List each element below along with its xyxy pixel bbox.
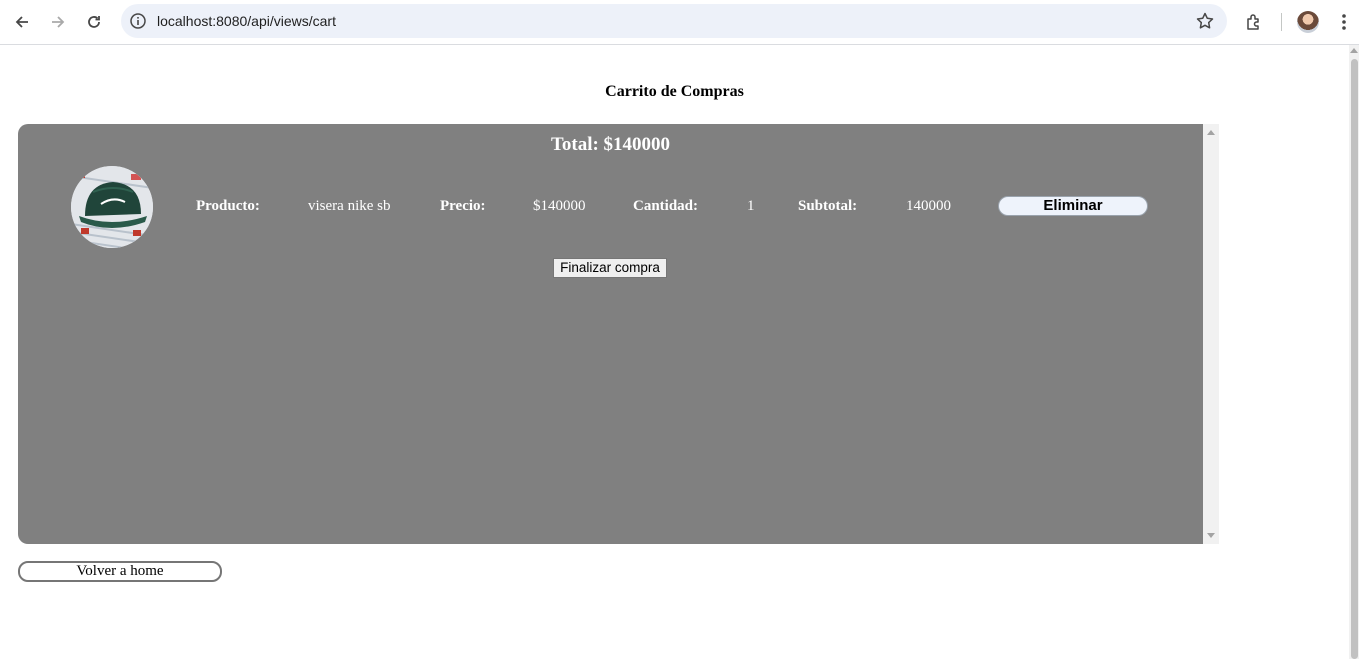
back-arrow-icon[interactable] <box>8 8 36 36</box>
extensions-icon[interactable] <box>1240 8 1268 36</box>
page-title: Carrito de Compras <box>605 83 744 100</box>
price-value: $140000 <box>533 198 586 214</box>
cart-item: Producto: visera nike sb Precio: $140000… <box>18 166 1203 248</box>
cart-panel-scrollbar[interactable] <box>1203 124 1219 544</box>
subtotal-value: 140000 <box>906 198 951 214</box>
checkout-button[interactable]: Finalizar compra <box>553 258 667 278</box>
url-text[interactable]: localhost:8080/api/views/cart <box>157 4 336 38</box>
more-menu-icon[interactable] <box>1330 8 1358 36</box>
quantity-label: Cantidad: <box>633 198 699 214</box>
bookmark-star-icon[interactable] <box>1195 11 1215 31</box>
scroll-down-arrow-icon[interactable] <box>1207 533 1215 538</box>
quantity-value: 1 <box>747 198 755 214</box>
profile-avatar[interactable] <box>1297 11 1319 33</box>
page-scroll-up-arrow-icon[interactable] <box>1350 48 1358 53</box>
reload-icon[interactable] <box>80 8 108 36</box>
scroll-up-arrow-icon[interactable] <box>1207 130 1215 135</box>
cart-total: Total: $140000 <box>550 134 671 155</box>
product-name: visera nike sb <box>308 198 391 214</box>
product-image <box>71 166 153 248</box>
page-scrollbar-thumb[interactable] <box>1351 59 1358 659</box>
browser-toolbar: localhost:8080/api/views/cart <box>0 0 1359 45</box>
remove-item-button[interactable]: Eliminar <box>998 196 1148 216</box>
back-to-home-button[interactable]: Volver a home <box>18 561 222 582</box>
product-label: Producto: <box>196 198 260 214</box>
page-scrollbar[interactable] <box>1349 45 1359 659</box>
forward-arrow-icon[interactable] <box>44 8 72 36</box>
toolbar-separator <box>1281 13 1282 31</box>
site-info-icon[interactable] <box>129 12 147 30</box>
address-bar[interactable]: localhost:8080/api/views/cart <box>121 4 1227 38</box>
subtotal-label: Subtotal: <box>798 198 858 214</box>
cart-panel: Total: $140000 Producto: visera nike sb … <box>18 124 1219 544</box>
price-label: Precio: <box>440 198 486 214</box>
